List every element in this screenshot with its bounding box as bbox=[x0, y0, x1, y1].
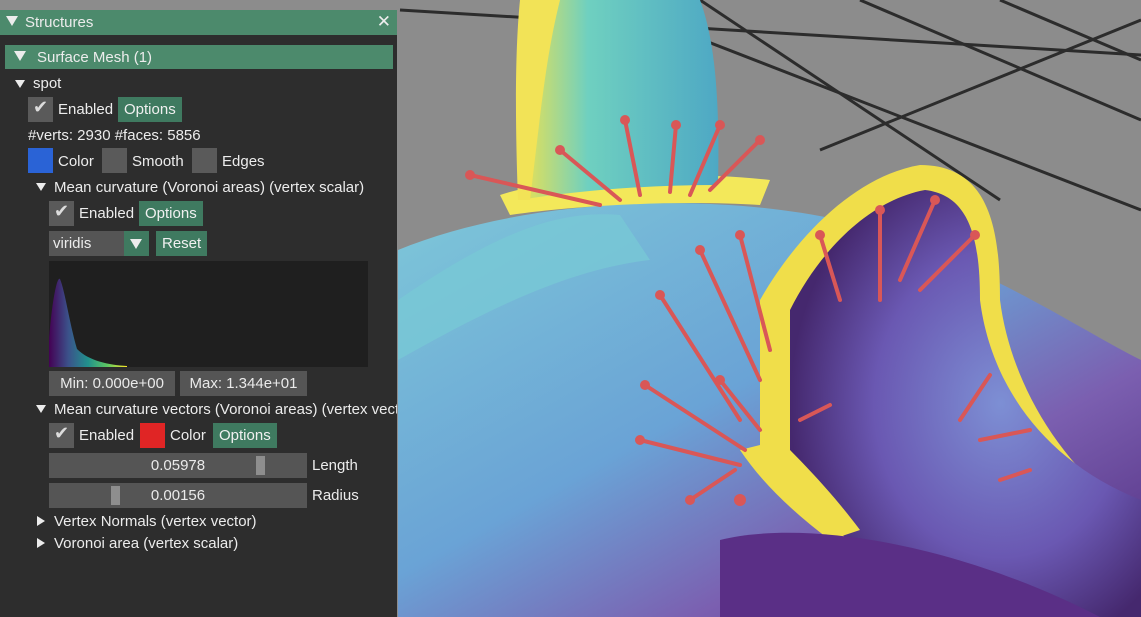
colormap-value: viridis bbox=[53, 235, 92, 252]
slider-grab-handle[interactable] bbox=[111, 486, 120, 505]
scalar-options-button[interactable]: Options bbox=[139, 201, 203, 226]
expand-triangle-icon[interactable] bbox=[15, 80, 25, 88]
check-icon: ✔ bbox=[33, 97, 49, 117]
histogram-background bbox=[49, 261, 368, 367]
slider-grab-handle[interactable] bbox=[256, 456, 265, 475]
structures-panel: Structures ✕ Surface Mesh (1) spot ✔ Ena… bbox=[0, 10, 397, 617]
close-icon[interactable]: ✕ bbox=[377, 12, 391, 32]
dropdown-button[interactable] bbox=[124, 231, 149, 256]
length-slider[interactable]: 0.05978 bbox=[49, 453, 307, 478]
expand-triangle-icon[interactable] bbox=[37, 538, 45, 548]
quantity-title[interactable]: Mean curvature (Voronoi areas) (vertex s… bbox=[54, 179, 364, 196]
length-value: 0.05978 bbox=[150, 457, 206, 474]
edges-checkbox[interactable] bbox=[192, 148, 217, 173]
surface-mesh-header[interactable]: Surface Mesh (1) bbox=[5, 45, 393, 69]
mesh-options-button[interactable]: Options bbox=[118, 97, 182, 122]
edges-label: Edges bbox=[222, 153, 265, 170]
quantity-title[interactable]: Vertex Normals (vertex vector) bbox=[54, 513, 257, 530]
expand-triangle-icon[interactable] bbox=[36, 183, 46, 191]
panel-titlebar[interactable]: Structures ✕ bbox=[0, 10, 397, 35]
vector-options-button[interactable]: Options bbox=[213, 423, 277, 448]
vector-enabled-checkbox[interactable]: ✔ bbox=[49, 423, 74, 448]
collapse-triangle-icon[interactable] bbox=[6, 16, 18, 26]
quantity-title[interactable]: Mean curvature vectors (Voronoi areas) (… bbox=[54, 401, 397, 418]
check-icon: ✔ bbox=[54, 423, 70, 443]
radius-value: 0.00156 bbox=[150, 487, 206, 504]
quantity-title[interactable]: Voronoi area (vertex scalar) bbox=[54, 535, 238, 552]
scalar-enabled-checkbox[interactable]: ✔ bbox=[49, 201, 74, 226]
collapse-triangle-icon[interactable] bbox=[14, 51, 26, 61]
section-header-label: Surface Mesh (1) bbox=[37, 49, 153, 66]
radius-label: Radius bbox=[312, 487, 359, 504]
histogram[interactable] bbox=[49, 261, 368, 367]
expand-triangle-icon[interactable] bbox=[36, 405, 46, 413]
color-label: Color bbox=[170, 427, 206, 444]
color-label: Color bbox=[58, 153, 94, 170]
enabled-label: Enabled bbox=[79, 427, 135, 444]
enabled-label: Enabled bbox=[79, 205, 135, 222]
mesh-counts: #verts: 2930 #faces: 5856 bbox=[28, 127, 201, 144]
smooth-label: Smooth bbox=[132, 153, 184, 170]
mesh-enabled-checkbox[interactable]: ✔ bbox=[28, 97, 53, 122]
colormap-select[interactable]: viridis bbox=[49, 231, 149, 256]
enabled-label: Enabled bbox=[58, 101, 114, 118]
max-value-field[interactable]: Max: 1.344e+01 bbox=[180, 371, 307, 396]
colormap-reset-button[interactable]: Reset bbox=[156, 231, 208, 256]
chevron-down-icon bbox=[130, 239, 142, 249]
min-value-field[interactable]: Min: 0.000e+00 bbox=[49, 371, 175, 396]
check-icon: ✔ bbox=[54, 201, 70, 221]
smooth-checkbox[interactable] bbox=[102, 148, 127, 173]
mesh-color-swatch[interactable] bbox=[28, 148, 53, 173]
panel-title: Structures bbox=[25, 14, 94, 31]
expand-triangle-icon[interactable] bbox=[37, 516, 45, 526]
length-label: Length bbox=[312, 457, 358, 474]
mesh-name[interactable]: spot bbox=[33, 75, 61, 92]
vector-color-swatch[interactable] bbox=[140, 423, 165, 448]
radius-slider[interactable]: 0.00156 bbox=[49, 483, 307, 508]
